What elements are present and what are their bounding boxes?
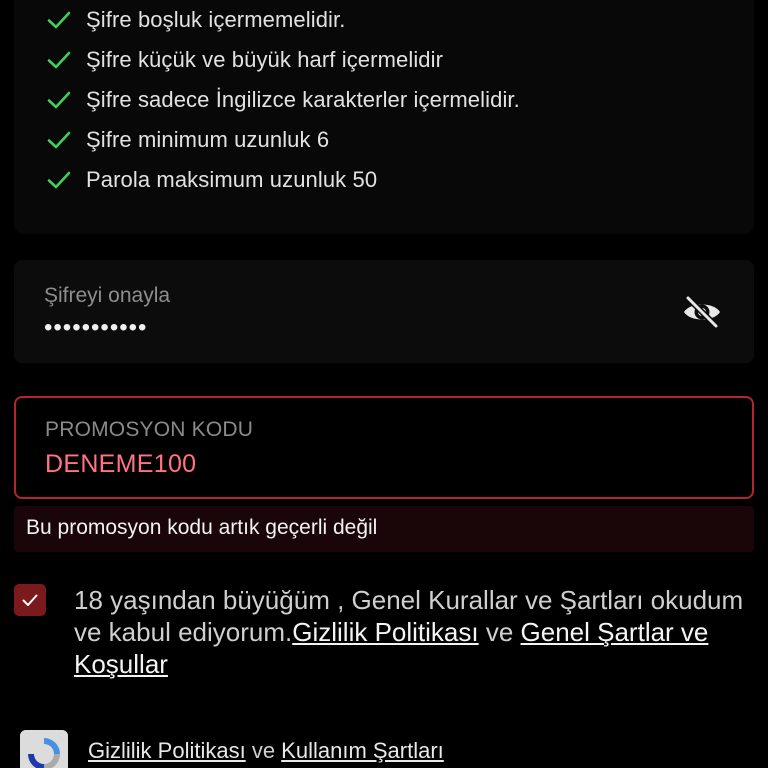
password-rule: Şifre boşluk içermemelidir.	[46, 4, 345, 36]
checkmark-icon	[46, 127, 72, 153]
promo-error-banner: Bu promosyon kodu artık geçerli değil	[14, 506, 754, 552]
recaptcha-footer-links: Gizlilik Politikası ve Kullanım Şartları	[88, 738, 444, 764]
password-rule: Şifre küçük ve büyük harf içermelidir	[46, 44, 443, 76]
password-rule-text: Şifre küçük ve büyük harf içermelidir	[86, 47, 444, 72]
checkmark-icon	[46, 7, 72, 33]
registration-form: Şifre boşluk içermemelidir. Şifre küçük …	[0, 0, 768, 768]
password-rule-text: Şifre minimum uzunluk 6	[86, 127, 330, 152]
terms-checkbox[interactable]	[14, 584, 46, 616]
recaptcha-terms-link[interactable]: Kullanım Şartları	[281, 738, 444, 763]
privacy-policy-link[interactable]: Gizlilik Politikası	[292, 617, 478, 647]
password-rule-text: Parola maksimum uzunluk 50	[86, 167, 378, 192]
promo-error-text: Bu promosyon kodu artık geçerli değil	[26, 516, 378, 539]
confirm-password-input[interactable]: •••••••••••	[44, 314, 147, 342]
confirm-password-label: Şifreyi onayla	[44, 284, 171, 307]
confirm-password-field[interactable]: Şifreyi onayla •••••••••••	[14, 260, 754, 363]
eye-off-icon[interactable]	[682, 294, 722, 330]
terms-joiner: ve	[478, 617, 521, 647]
checkmark-icon	[46, 87, 72, 113]
recaptcha-icon	[20, 730, 68, 768]
password-rule: Şifre minimum uzunluk 6	[46, 124, 329, 156]
password-rule-text: Şifre boşluk içermemelidir.	[86, 7, 346, 32]
checkbox-check-icon	[22, 594, 38, 606]
password-rule: Parola maksimum uzunluk 50	[46, 164, 377, 196]
promo-code-label: PROMOSYON KODU	[45, 418, 254, 441]
recaptcha-privacy-link[interactable]: Gizlilik Politikası	[88, 738, 246, 763]
checkmark-icon	[46, 47, 72, 73]
checkmark-icon	[46, 167, 72, 193]
recaptcha-joiner: ve	[245, 738, 282, 763]
password-rule: Şifre sadece İngilizce karakterler içerm…	[46, 84, 520, 116]
promo-code-field[interactable]: PROMOSYON KODU DENEME100	[14, 396, 754, 499]
terms-text: 18 yaşından büyüğüm , Genel Kurallar ve …	[74, 584, 754, 680]
password-rule-text: Şifre sadece İngilizce karakterler içerm…	[86, 87, 520, 112]
promo-code-input[interactable]: DENEME100	[45, 450, 196, 479]
